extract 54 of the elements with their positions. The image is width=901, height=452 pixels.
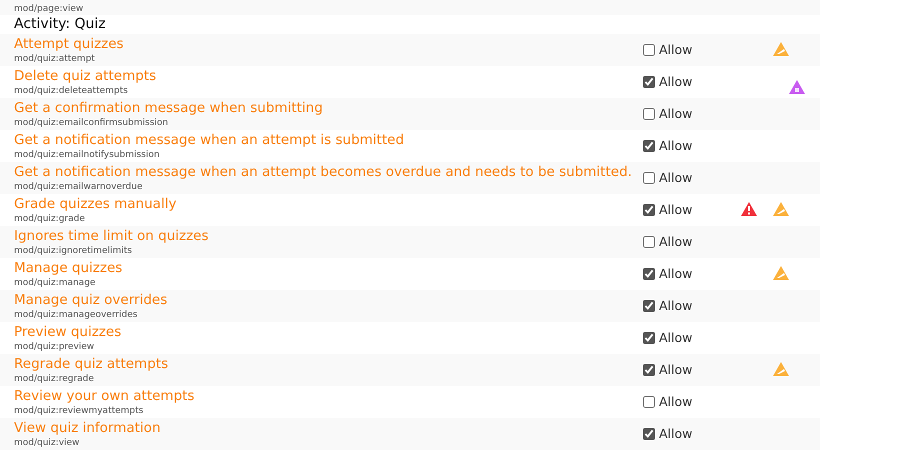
allow-label: Allow [659,168,692,187]
allow-label: Allow [659,104,692,123]
capability-link[interactable]: Manage quizzes [14,260,643,276]
capability-code: mod/quiz:manageoverrides [14,308,138,320]
capability-link[interactable]: Preview quizzes [14,324,643,340]
allow-checkbox[interactable] [643,268,655,280]
allow-label: Allow [659,328,692,347]
allow-label: Allow [659,360,692,379]
capability-link[interactable]: Review your own attempts [14,388,643,404]
capability-link[interactable]: Ignores time limit on quizzes [14,228,643,244]
capability-code: mod/quiz:regrade [14,372,95,384]
allow-checkbox[interactable] [643,364,655,376]
allow-label: Allow [659,232,692,251]
capability-code: mod/quiz:attempt [14,52,96,64]
capability-link[interactable]: Regrade quiz attempts [14,356,643,372]
capability-link[interactable]: Get a notification message when an attempt is submitted [14,132,643,148]
allow-checkbox[interactable] [643,332,655,344]
capability-code: mod/quiz:deleteattempts [14,84,129,96]
capability-code: mod/page:view [14,3,84,15]
capability-code: mod/quiz:emailnotifysubmission [14,148,161,160]
section-title: Activity: Quiz [14,15,106,34]
allow-checkbox[interactable] [643,396,655,408]
allow-label: Allow [659,200,692,219]
capability-link[interactable]: Get a notification message when an attempt becomes overdue and needs to be submitted. [14,164,643,180]
capability-code: mod/quiz:grade [14,212,86,224]
allow-label: Allow [659,424,692,443]
allow-label: Allow [659,296,692,315]
capability-link[interactable]: Attempt quizzes [14,36,643,52]
allow-label: Allow [659,72,692,91]
capability-link[interactable]: Delete quiz attempts [14,68,643,84]
capability-code: mod/quiz:view [14,436,80,448]
capability-link[interactable]: Manage quiz overrides [14,292,643,308]
capability-code: mod/quiz:emailconfirmsubmission [14,116,170,128]
allow-label: Allow [659,392,692,411]
allow-checkbox[interactable] [643,428,655,440]
allow-checkbox[interactable] [643,44,655,56]
capability-code: mod/quiz:ignoretimelimits [14,244,133,256]
allow-label: Allow [659,136,692,155]
allow-label: Allow [659,264,692,283]
allow-checkbox[interactable] [643,140,655,152]
allow-checkbox[interactable] [643,76,655,88]
allow-checkbox[interactable] [643,172,655,184]
capability-code: mod/quiz:reviewmyattempts [14,404,144,416]
capability-link[interactable]: View quiz information [14,420,643,436]
allow-checkbox[interactable] [643,204,655,216]
capability-code: mod/quiz:manage [14,276,96,288]
capability-link[interactable]: Grade quizzes manually [14,196,643,212]
capability-link[interactable]: Get a confirmation message when submitting [14,100,643,116]
allow-label: Allow [659,40,692,59]
allow-checkbox[interactable] [643,300,655,312]
capability-code: mod/quiz:emailwarnoverdue [14,180,144,192]
allow-checkbox[interactable] [643,108,655,120]
capability-code: mod/quiz:preview [14,340,96,352]
allow-checkbox[interactable] [643,236,655,248]
